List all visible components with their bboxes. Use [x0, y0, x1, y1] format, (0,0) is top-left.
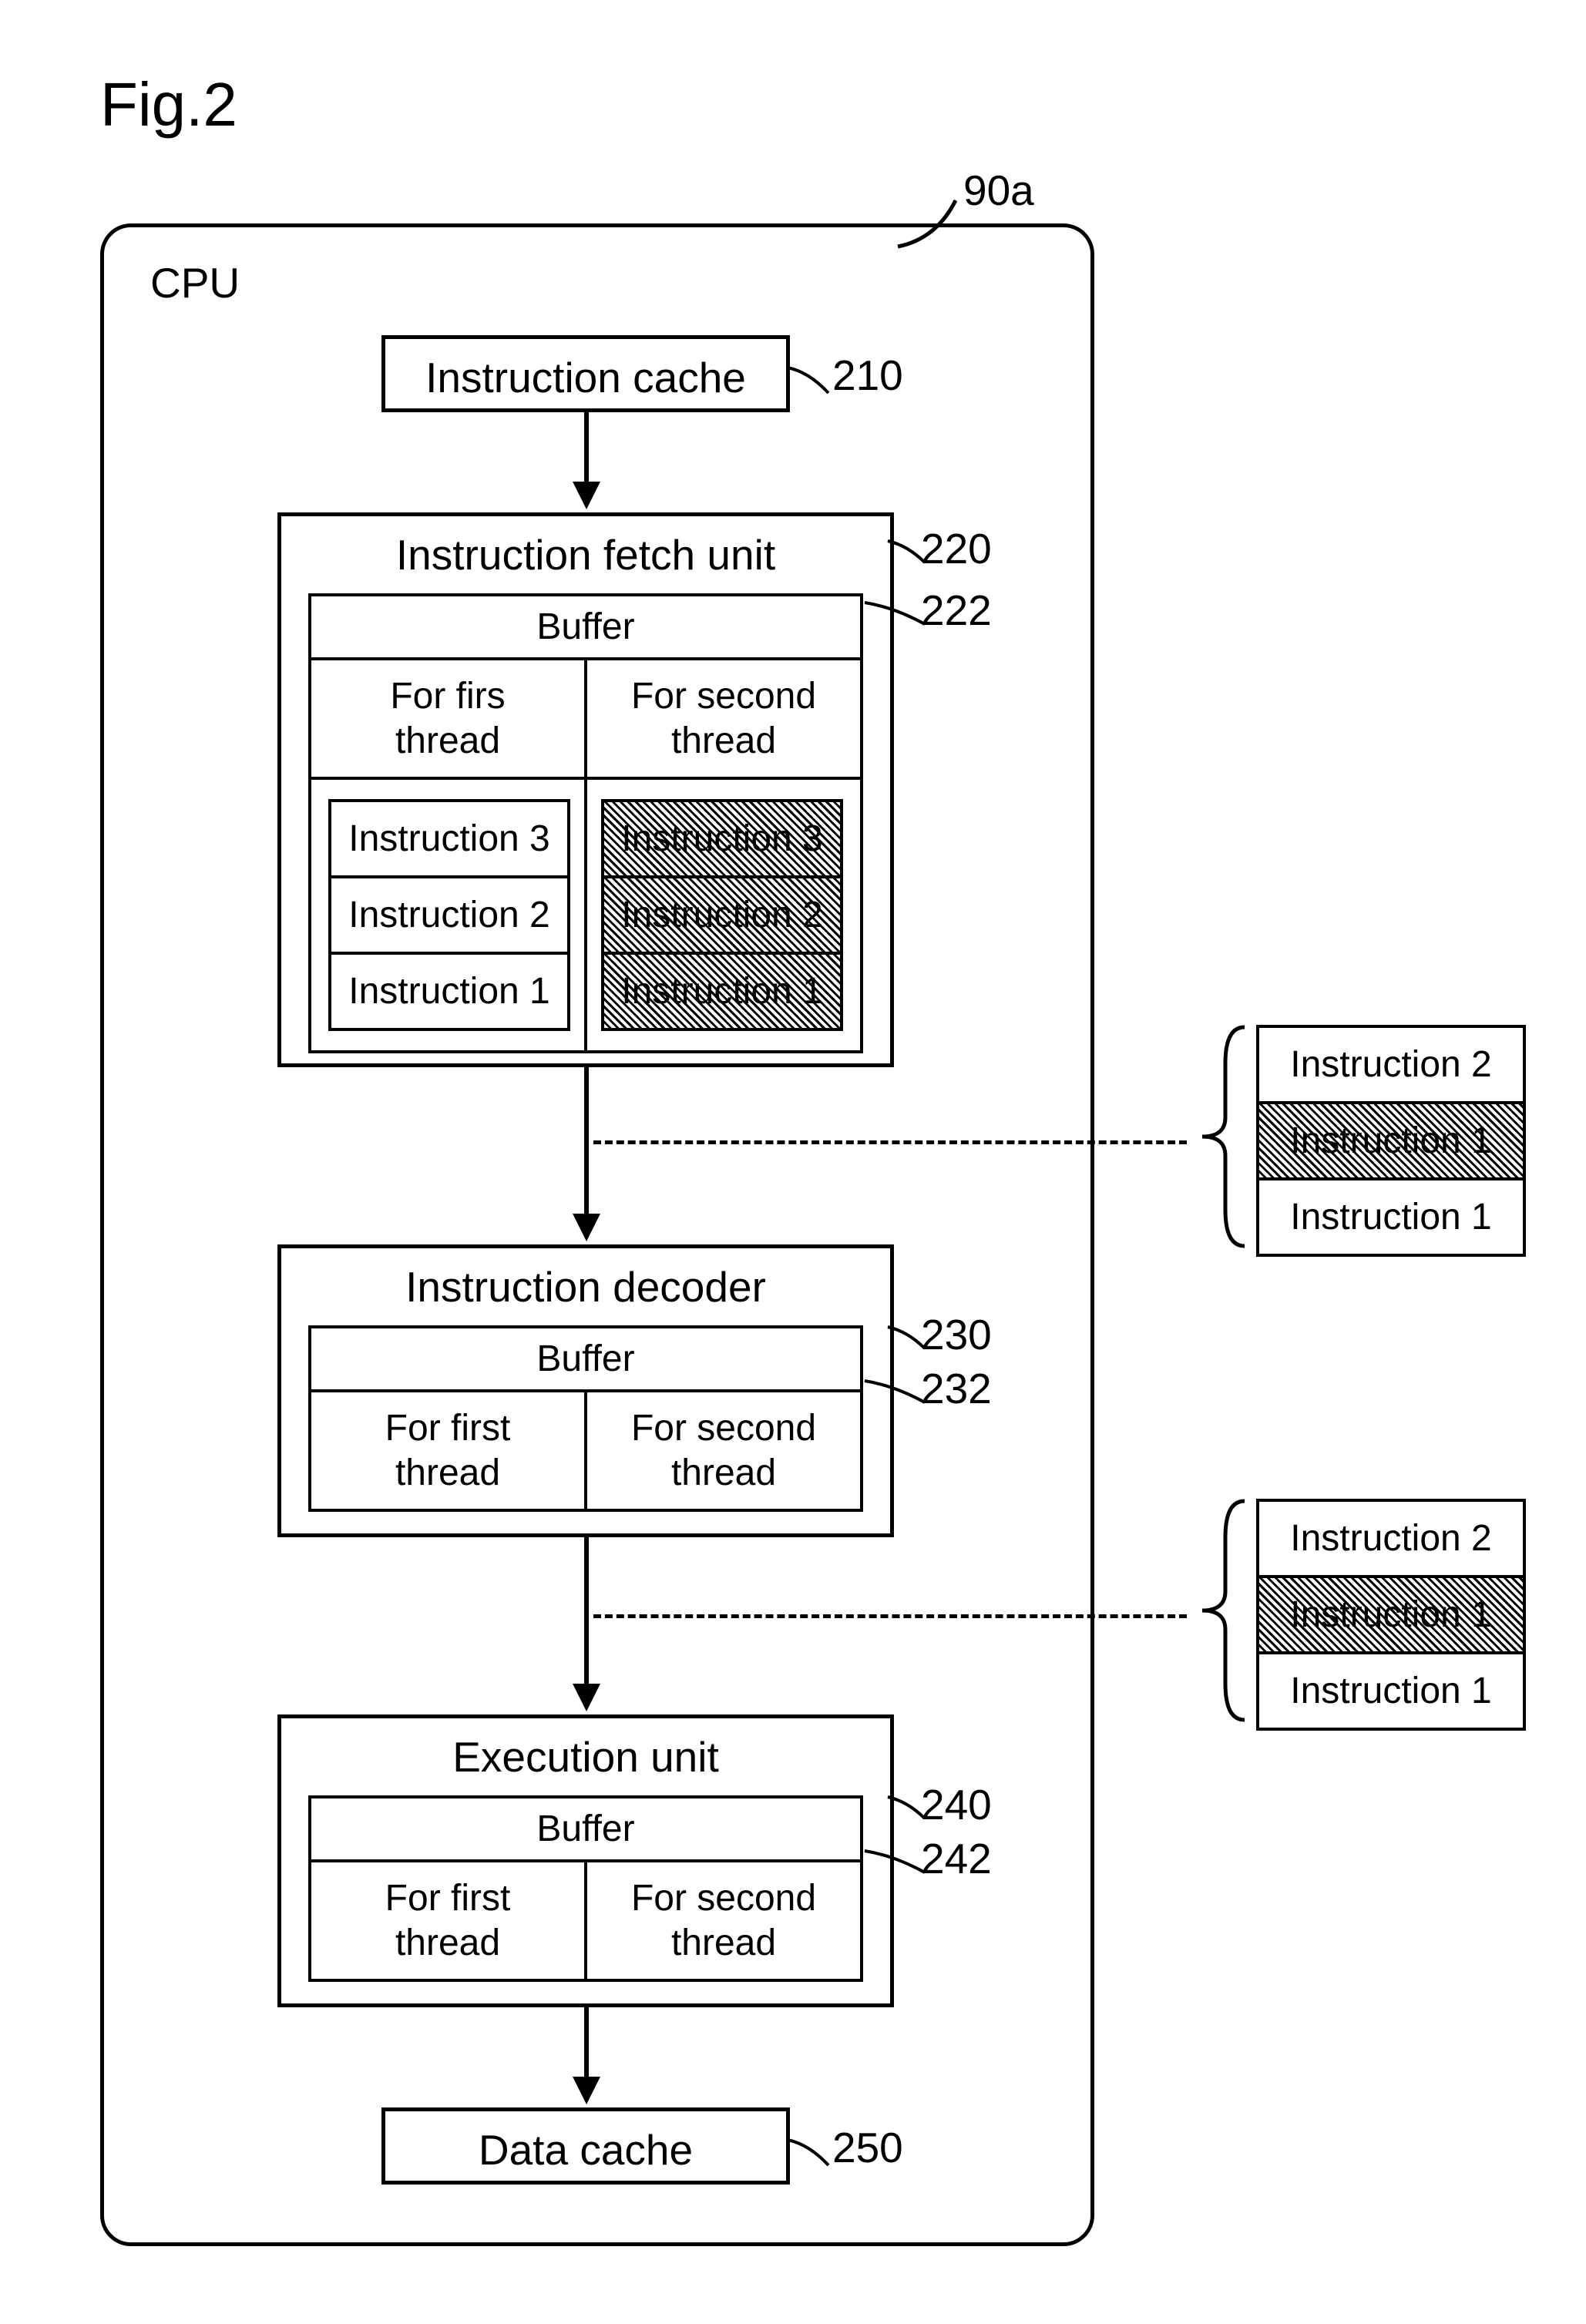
ref-242: 242 [921, 1834, 992, 1883]
side-stack-1: Instruction 2 Instruction 1 Instruction … [1256, 1025, 1526, 1257]
arrow-1 [584, 412, 589, 485]
fetch-threads-header: For firs thread For second thread [311, 660, 860, 780]
instruction-cache: Instruction cache [381, 335, 790, 412]
execution-col1: For first thread [311, 1862, 584, 1979]
arrow-1-head [573, 482, 600, 509]
data-cache-title: Data cache [385, 2111, 786, 2188]
execution-threads: For first thread For second thread [311, 1862, 860, 1979]
leader-232 [863, 1379, 929, 1406]
fetch-col1-stack: Instruction 3 Instruction 2 Instruction … [328, 799, 570, 1031]
decoder-buffer: Buffer For first thread For second threa… [308, 1325, 863, 1512]
fetch-col1-instr-1: Instruction 1 [331, 952, 567, 1028]
leader-210 [786, 366, 832, 397]
ref-210: 210 [832, 351, 903, 400]
execution-buffer: Buffer For first thread For second threa… [308, 1795, 863, 1982]
fetch-col1-instr-2: Instruction 2 [331, 875, 567, 952]
side1-instr-2: Instruction 2 [1259, 1028, 1523, 1101]
data-cache: Data cache [381, 2107, 790, 2185]
leader-222 [863, 601, 929, 628]
arrow-2-head [573, 1214, 600, 1241]
ref-232: 232 [921, 1364, 992, 1413]
fetch-col2-header: For second thread [584, 660, 860, 777]
arrow-4-head [573, 2077, 600, 2104]
brace-2 [1198, 1499, 1252, 1722]
ref-230: 230 [921, 1310, 992, 1359]
instruction-decoder: Instruction decoder Buffer For first thr… [277, 1244, 894, 1537]
execution-col2: For second thread [584, 1862, 860, 1979]
side1-instr-1: Instruction 1 [1259, 1177, 1523, 1254]
fetch-col2-stack: Instruction 3 Instruction 2 Instruction … [601, 799, 843, 1031]
side2-instr-2: Instruction 2 [1259, 1502, 1523, 1575]
arrow-3 [584, 1537, 589, 1688]
fetch-col2-instr-3: Instruction 3 [604, 802, 840, 875]
fetch-col1-instr-3: Instruction 3 [331, 802, 567, 875]
dashed-line-1 [593, 1140, 1187, 1144]
fetch-buffer: Buffer For firs thread For second thread… [308, 593, 863, 1053]
arrow-4 [584, 2007, 589, 2081]
leader-240 [886, 1795, 929, 1822]
arrow-2 [584, 1067, 589, 1217]
instruction-fetch-unit: Instruction fetch unit Buffer For firs t… [277, 512, 894, 1067]
decoder-col2: For second thread [584, 1392, 860, 1509]
leader-250 [786, 2138, 832, 2169]
ref-220: 220 [921, 524, 992, 573]
decoder-threads: For first thread For second thread [311, 1392, 860, 1509]
ref-250: 250 [832, 2123, 903, 2172]
fetch-col1-header: For firs thread [311, 660, 584, 777]
ref-90a: 90a [963, 166, 1034, 215]
figure-label: Fig.2 [100, 69, 237, 140]
side-stack-2: Instruction 2 Instruction 1 Instruction … [1256, 1499, 1526, 1731]
fetch-col2-instr-1: Instruction 1 [604, 952, 840, 1028]
side1-instr-1-hatch: Instruction 1 [1259, 1101, 1523, 1177]
decoder-buffer-title: Buffer [311, 1328, 860, 1392]
execution-buffer-title: Buffer [311, 1798, 860, 1862]
brace-1 [1198, 1025, 1252, 1248]
side2-instr-1-hatch: Instruction 1 [1259, 1575, 1523, 1651]
execution-title: Execution unit [281, 1718, 890, 1795]
fetch-title: Instruction fetch unit [281, 516, 890, 593]
side2-instr-1: Instruction 1 [1259, 1651, 1523, 1728]
ref-222: 222 [921, 586, 992, 635]
leader-230 [886, 1325, 929, 1352]
leader-220 [886, 539, 929, 566]
fetch-buffer-title: Buffer [311, 596, 860, 660]
fetch-col2-instr-2: Instruction 2 [604, 875, 840, 952]
decoder-title: Instruction decoder [281, 1248, 890, 1325]
arrow-3-head [573, 1684, 600, 1711]
ref-240: 240 [921, 1780, 992, 1829]
instruction-cache-title: Instruction cache [385, 339, 786, 416]
cpu-label: CPU [150, 258, 240, 307]
decoder-col1: For first thread [311, 1392, 584, 1509]
leader-242 [863, 1849, 929, 1876]
dashed-line-2 [593, 1614, 1187, 1618]
execution-unit: Execution unit Buffer For first thread F… [277, 1714, 894, 2007]
